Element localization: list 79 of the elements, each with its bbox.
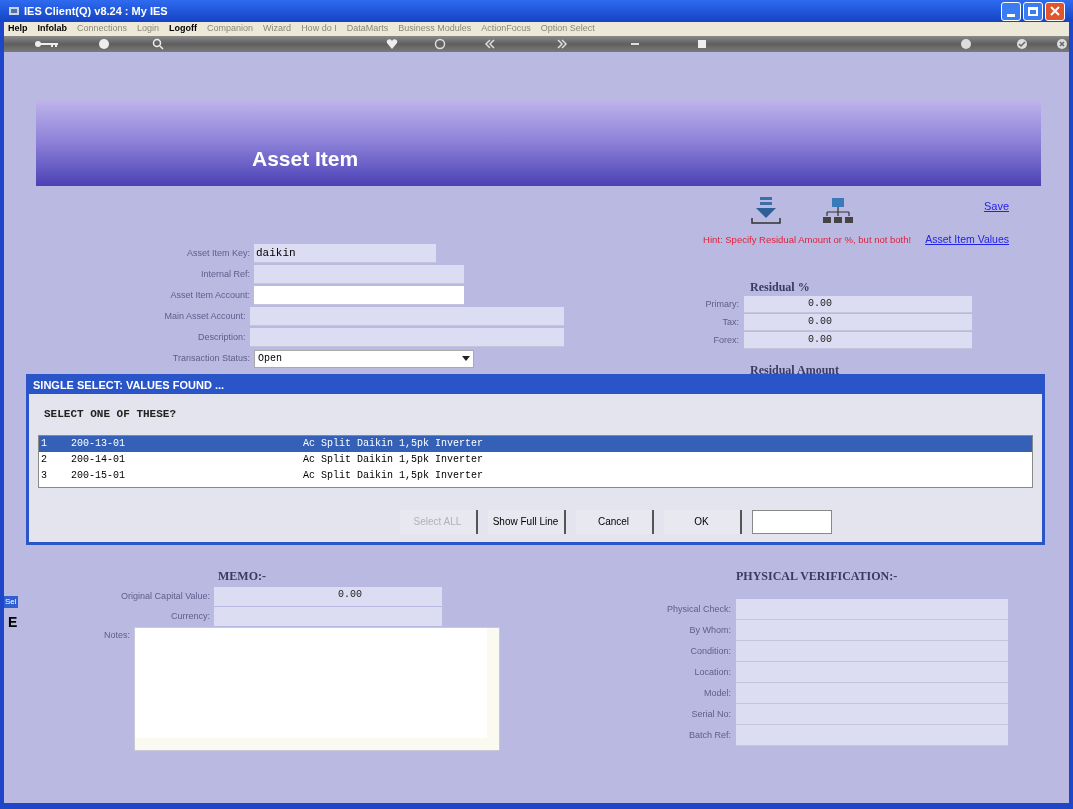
field-label: Description: [198, 330, 246, 344]
input-field[interactable]: 0.00 [744, 295, 972, 313]
input-field[interactable] [751, 509, 832, 534]
field-label: Notes: [104, 628, 130, 642]
status-dropdown[interactable]: Open [254, 349, 474, 368]
download-icon[interactable] [749, 196, 782, 226]
field-label: Physical Check: [666, 602, 731, 616]
side-tab[interactable]: Sel [4, 596, 18, 608]
field-label: Transaction Status: [172, 351, 250, 365]
field-label: Primary: [705, 297, 739, 311]
section-heading: Residual Amount [750, 361, 840, 379]
menu-item[interactable]: Logoff [169, 22, 198, 36]
field-label: Main Asset Account: [164, 309, 246, 323]
close-icon[interactable] [1056, 38, 1068, 50]
field-label: Currency: [171, 609, 210, 623]
input-field[interactable]: 0.00 [744, 331, 972, 349]
field-label: Asset Item Account: [170, 288, 250, 302]
field-label: Tax: [722, 315, 739, 329]
input-field[interactable] [249, 328, 564, 347]
save-link[interactable]: Save [983, 198, 1009, 215]
dialog-prompt: SELECT ONE OF THESE? [44, 407, 178, 422]
list-row[interactable]: 2 200-14-01 Ac Split Daikin 1,5pk Inverter [39, 451, 1032, 468]
notes-field[interactable] [134, 626, 500, 751]
window-title: IES Client(Q) v8.24 : My IES [24, 3, 168, 19]
caret-icon [462, 356, 470, 361]
input-field[interactable]: 0.00 [744, 313, 972, 331]
check-icon[interactable] [1016, 38, 1028, 50]
field-label: Original Capital Value: [121, 589, 210, 603]
section-heading: MEMO:- [218, 567, 267, 585]
hierarchy-icon[interactable] [821, 196, 854, 226]
hint-text: Hint: Specify Residual Amount or %, but not both! [703, 232, 912, 247]
dialog-button[interactable]: Cancel [575, 509, 654, 534]
input-field[interactable] [736, 598, 1008, 620]
field-label: Model: [704, 686, 731, 700]
maximize-button[interactable] [1023, 1, 1043, 21]
field-label: Asset Item Key: [186, 246, 250, 260]
input-field[interactable] [254, 286, 464, 305]
close-icon [1050, 6, 1060, 16]
forward-icon[interactable] [556, 38, 568, 50]
input-field[interactable] [249, 307, 564, 326]
input-field[interactable] [736, 640, 1008, 662]
dialog-title: SINGLE SELECT: VALUES FOUND ... [33, 378, 225, 394]
dialog-button[interactable]: Show Full Line [487, 509, 566, 534]
section-heading: PHYSICAL VERIFICATION:- [736, 567, 899, 585]
input-field[interactable] [736, 703, 1008, 725]
side-letter: E [8, 613, 18, 632]
app-icon [8, 5, 20, 17]
input-field[interactable] [254, 265, 464, 284]
circle-icon[interactable] [960, 38, 972, 50]
menu-item[interactable]: Help [8, 22, 28, 36]
input-field[interactable] [736, 661, 1008, 683]
heart-icon[interactable] [386, 38, 398, 50]
close-button[interactable] [1045, 1, 1065, 21]
input-field[interactable]: 0.00 [214, 586, 442, 606]
field-label: Location: [694, 665, 731, 679]
input-field[interactable] [214, 606, 442, 626]
input-field[interactable]: daikin [254, 244, 436, 263]
field-label: Serial No: [691, 707, 731, 721]
section-heading: Residual % [750, 278, 810, 296]
dialog-button[interactable]: OK [663, 509, 742, 534]
input-field[interactable] [736, 682, 1008, 704]
field-label: Condition: [690, 644, 731, 658]
list-row[interactable]: 3 200-15-01 Ac Split Daikin 1,5pk Inverter [39, 467, 1032, 484]
list-row[interactable]: 1 200-13-01 Ac Split Daikin 1,5pk Inverter [39, 435, 1032, 452]
field-label: Internal Ref: [200, 267, 250, 281]
asset-item-values-link[interactable]: Asset Item Values [925, 232, 1009, 248]
input-field[interactable] [736, 724, 1008, 746]
minimize-button[interactable] [1001, 1, 1021, 21]
circle-icon[interactable] [434, 38, 446, 50]
field-label: Forex: [713, 333, 739, 347]
search-icon[interactable] [152, 38, 164, 50]
input-field[interactable] [736, 619, 1008, 641]
square-icon[interactable] [696, 38, 708, 50]
menu-item[interactable]: Infolab [37, 22, 67, 36]
rewind-icon[interactable] [484, 38, 496, 50]
field-label: By Whom: [689, 623, 731, 637]
key-icon[interactable] [34, 39, 60, 49]
page-title: Asset Item [252, 145, 359, 172]
field-label: Batch Ref: [688, 728, 731, 742]
